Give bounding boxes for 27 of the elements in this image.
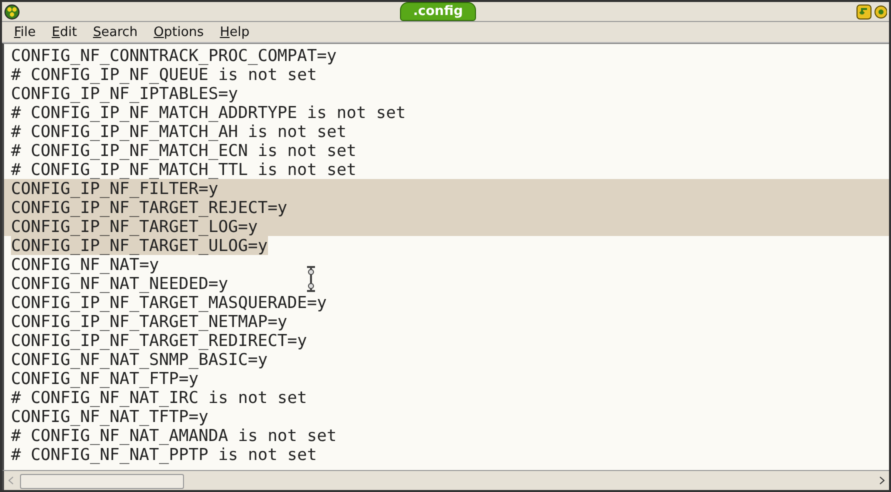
menu-item[interactable]: Help — [212, 24, 258, 40]
code-line: CONFIG_NF_NAT_SNMP_BASIC=y — [11, 350, 268, 369]
code-line: CONFIG_NF_NAT_NEEDED=y — [11, 274, 228, 293]
code-line: # CONFIG_NF_NAT_AMANDA is not set — [11, 426, 337, 445]
code-line: CONFIG_IP_NF_TARGET_LOG=y — [11, 217, 258, 236]
code-line: # CONFIG_IP_NF_MATCH_ADDRTYPE is not set — [11, 103, 406, 122]
code-line: CONFIG_NF_NAT_TFTP=y — [11, 407, 208, 426]
code-line: CONFIG_IP_NF_TARGET_REJECT=y — [11, 198, 288, 217]
menu-item[interactable]: Options — [146, 24, 212, 40]
code-line: CONFIG_IP_NF_TARGET_MASQUERADE=y — [11, 293, 327, 312]
menu-item[interactable]: Edit — [44, 24, 85, 40]
code-line: # CONFIG_IP_NF_QUEUE is not set — [11, 65, 317, 84]
menu-item[interactable]: File — [6, 24, 44, 40]
code-line: CONFIG_NF_NAT=y — [11, 255, 160, 274]
code-line: # CONFIG_NF_NAT_IRC is not set — [11, 388, 308, 407]
code-line: CONFIG_IP_NF_TARGET_REDIRECT=y — [11, 331, 308, 350]
code-line: CONFIG_IP_NF_IPTABLES=y — [11, 84, 238, 103]
code-line: # CONFIG_IP_NF_MATCH_TTL is not set — [11, 160, 356, 179]
code-line: CONFIG_NF_NAT_FTP=y — [11, 369, 198, 388]
menu-item[interactable]: Search — [84, 24, 146, 40]
code-line: # CONFIG_IP_NF_MATCH_AH is not set — [11, 122, 347, 141]
code-line: CONFIG_IP_NF_TARGET_NETMAP=y — [11, 312, 288, 331]
code-line: # CONFIG_IP_NF_MATCH_ECN is not set — [11, 141, 356, 160]
code-line: # CONFIG_NF_NAT_PPTP is not set — [11, 445, 317, 464]
window-title: .config — [400, 2, 476, 21]
code-line: CONFIG_NF_CONNTRACK_PROC_COMPAT=y — [11, 46, 337, 65]
code-line: CONFIG_IP_NF_FILTER=y — [11, 179, 218, 198]
